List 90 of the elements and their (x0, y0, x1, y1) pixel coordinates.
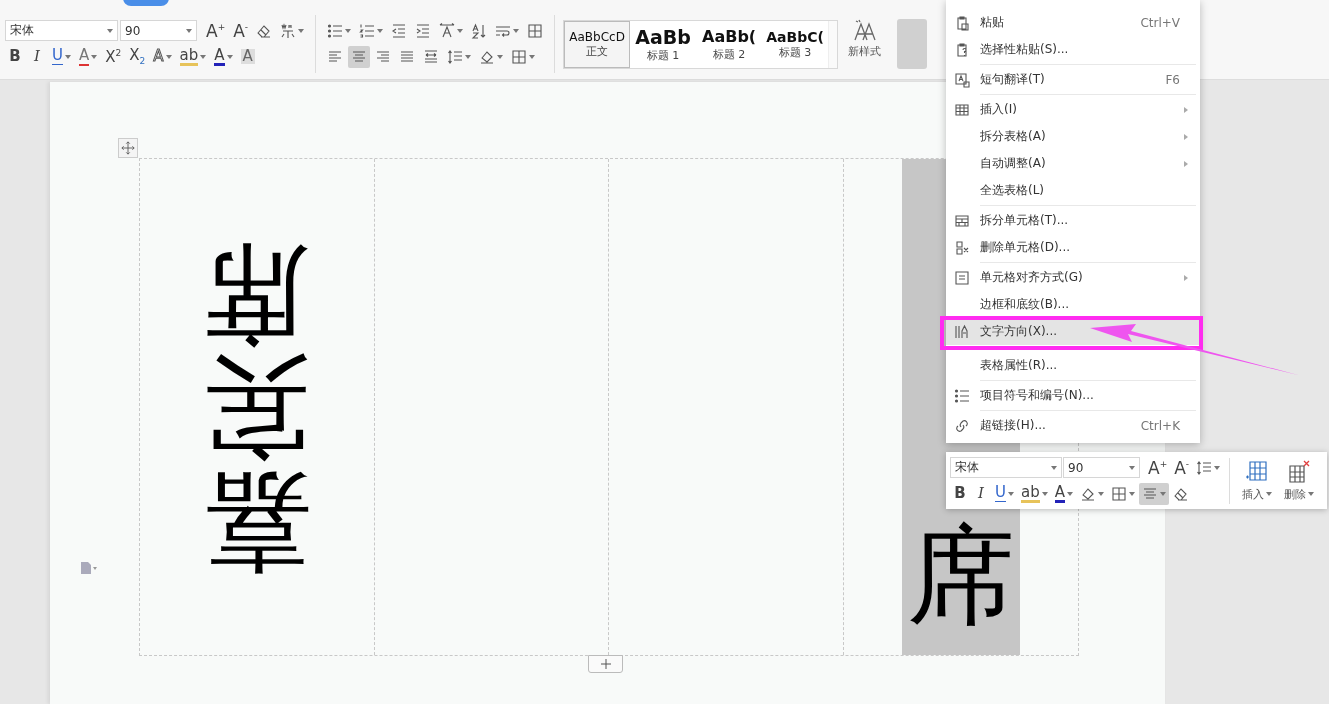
format-button[interactable]: X$^{2}$ (102, 45, 125, 68)
style-preset[interactable]: AaBbC( 标题 3 (762, 21, 829, 68)
style-name: 标题 2 (712, 46, 746, 62)
caret-icon (1308, 492, 1315, 496)
format-button[interactable]: U (49, 45, 74, 68)
shortcut-label: Ctrl+K (1140, 418, 1180, 433)
clipboard-question-icon (954, 41, 970, 58)
style-preset[interactable]: AaBbCcD 正文 (564, 21, 631, 68)
phonetic-guide-icon (280, 22, 297, 39)
style-preview: AaBbCcD (569, 29, 625, 45)
caret-icon (1129, 465, 1135, 470)
toolbar-button[interactable] (1138, 482, 1169, 505)
format-button[interactable]: A (211, 45, 236, 68)
align-center-icon (351, 48, 368, 65)
line-spacing-icon (1196, 459, 1213, 476)
insert-table-icon (1245, 459, 1270, 484)
menu-item[interactable]: 选择性粘贴(S)... (946, 36, 1200, 63)
style-preset[interactable]: AaBb 标题 1 (630, 21, 697, 68)
shortcut-label: Ctrl+V (1140, 15, 1180, 30)
numbered-list-icon (359, 22, 376, 39)
cell-align-icon (954, 269, 970, 286)
format-button[interactable]: ab (176, 45, 210, 68)
format-button[interactable]: ab (1018, 482, 1051, 505)
format-button[interactable]: U (992, 482, 1017, 505)
link-icon (954, 417, 970, 434)
style-preview: AaBb (635, 25, 691, 49)
indent-icon (415, 22, 432, 39)
format-button[interactable]: X$_{2}$ (126, 45, 149, 68)
document-icon[interactable] (80, 562, 98, 574)
bullet-list-icon (327, 22, 344, 39)
paragraph-button[interactable] (348, 45, 371, 68)
menu-item[interactable]: 短句翻译(T) F6 (946, 66, 1200, 93)
sort-icon (471, 22, 488, 39)
delete-table-icon (1287, 459, 1312, 484)
move-icon (121, 141, 135, 155)
menu-item[interactable]: 插入(I) (946, 96, 1200, 123)
border-grid-icon (1110, 485, 1127, 502)
style-name: 标题 3 (778, 45, 812, 61)
format-button[interactable]: B (950, 482, 970, 505)
add-row-button[interactable] (588, 655, 623, 673)
format-button[interactable]: A (237, 45, 258, 68)
new-style-icon (852, 19, 877, 41)
caret-icon (186, 28, 192, 33)
style-preset[interactable]: AaBb( 标题 2 (696, 21, 763, 68)
menu-item[interactable]: 粘贴 Ctrl+V (946, 9, 1200, 36)
insert-button[interactable]: 插入 (1236, 459, 1279, 502)
format-button[interactable]: I (971, 482, 991, 505)
clipboard-icon (954, 14, 970, 31)
font-name-field[interactable]: 宋体 (5, 20, 118, 41)
delete-cells-icon (954, 239, 970, 256)
menu-item[interactable]: 拆分表格(A) (946, 123, 1200, 150)
format-button[interactable]: A (76, 45, 101, 68)
table-icon (954, 101, 970, 118)
justify-icon (399, 48, 416, 65)
style-name: 标题 1 (646, 48, 680, 64)
outdent-icon (391, 22, 408, 39)
letter-spacing-icon (439, 22, 456, 39)
font-size-button[interactable]: A$^{+}$ (203, 19, 229, 42)
font-size-button[interactable]: A$^{-}$ (1171, 456, 1193, 479)
shortcut-label: F6 (1165, 72, 1180, 87)
split-cells-icon (954, 212, 970, 229)
font-name-field[interactable]: 宋体 (950, 457, 1062, 478)
style-name: 正文 (586, 44, 609, 60)
format-button[interactable]: I (27, 45, 47, 68)
caret-icon (107, 28, 113, 33)
bullet-list-icon (954, 387, 970, 404)
line-spacing-icon (447, 48, 464, 65)
delete-button[interactable]: 删除 (1278, 459, 1321, 502)
font-size-button[interactable]: A$^{-}$ (230, 19, 252, 42)
new-style-button[interactable]: 新样式 (848, 19, 882, 59)
translate-icon (954, 71, 970, 88)
align-center-icon (1141, 485, 1158, 502)
table-grid-icon (527, 22, 544, 39)
align-left-icon (327, 48, 344, 65)
format-button[interactable]: A (1051, 482, 1076, 505)
font-size-button[interactable]: A$^{+}$ (1145, 456, 1171, 479)
style-preview: AaBbC( (766, 28, 824, 46)
format-button[interactable]: B (5, 45, 25, 68)
vertical-text: 嘉宾席 (201, 229, 312, 587)
distribute-icon (423, 48, 440, 65)
font-size-field[interactable]: 90 (120, 20, 197, 41)
caret-icon (1051, 465, 1057, 470)
border-grid-icon (511, 48, 528, 65)
caret-icon (1266, 492, 1273, 496)
plus-icon (600, 659, 611, 669)
table-move-handle[interactable] (118, 138, 138, 158)
text-direction-icon (954, 323, 970, 340)
align-right-icon (375, 48, 392, 65)
font-size-field[interactable]: 90 (1063, 457, 1140, 478)
style-preview: AaBb( (702, 27, 757, 47)
